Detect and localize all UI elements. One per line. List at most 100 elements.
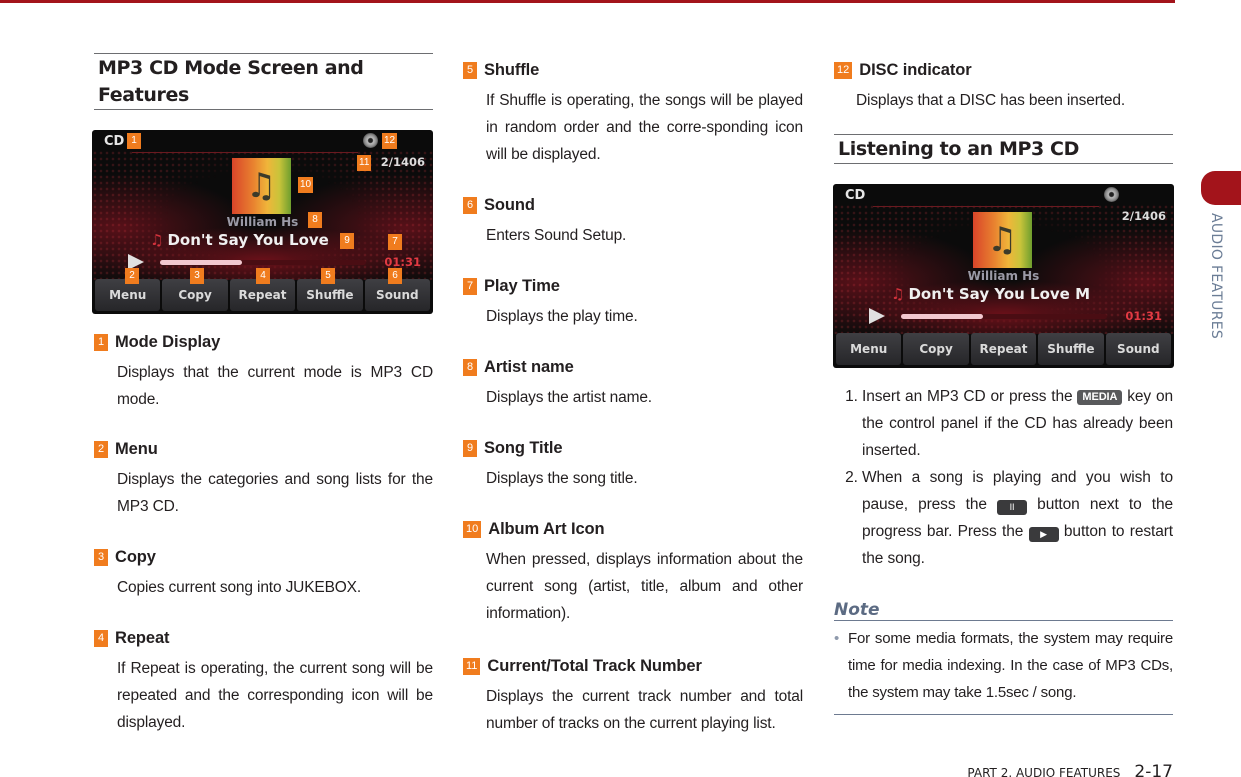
feature-item: 5 Shuffle If Shuffle is operating, the so… <box>463 60 803 168</box>
item-badge: 1 <box>94 333 108 351</box>
feature-item: 4 Repeat If Repeat is operating, the curr… <box>94 628 433 736</box>
artist-name: William Hs <box>226 215 299 229</box>
mode-display: CD <box>845 188 866 203</box>
header-divider <box>132 152 358 153</box>
feature-item: 10 Album Art Icon When pressed, displays … <box>463 519 803 627</box>
note-body: • For some media formats, the system may… <box>834 625 1173 715</box>
section-title-mode-screen: MP3 CD Mode Screen and Features <box>94 53 433 110</box>
item-desc: When pressed, displays information about… <box>486 551 803 622</box>
disc-indicator-icon <box>363 133 378 148</box>
song-note-icon: ♫ <box>891 285 905 303</box>
chapter-label: AUDIO FEATURES <box>1208 213 1224 340</box>
callout-6: 6 <box>388 268 402 284</box>
item-title: Mode Display <box>115 332 221 351</box>
repeat-button[interactable]: Repeat <box>970 333 1037 365</box>
item-badge: 3 <box>94 548 108 566</box>
item-badge: 12 <box>834 61 853 79</box>
note-title: Note <box>834 600 1173 621</box>
item-badge: 11 <box>463 657 481 675</box>
callout-4: 4 <box>256 268 270 284</box>
instruction-steps: 1. Insert an MP3 CD or press the MEDIA k… <box>834 383 1173 572</box>
music-note-icon: ♫ <box>246 166 277 206</box>
item-desc: Displays that the current mode is MP3 CD… <box>117 364 433 408</box>
item-badge: 2 <box>94 440 108 458</box>
item-title: Play Time <box>484 276 560 295</box>
item-title: Sound <box>484 195 535 214</box>
item-desc: Displays that a DISC has been inserted. <box>856 92 1125 109</box>
item-desc: Displays the song title. <box>486 470 638 487</box>
feature-item: 7 Play Time Displays the play time. <box>463 276 803 330</box>
album-art-icon[interactable]: ♫ <box>973 212 1032 268</box>
music-note-icon: ♫ <box>987 220 1018 260</box>
cd-mode-screen: CD 2/1406 ♫ William Hs ♫ Don't Say You Lo… <box>833 184 1174 368</box>
item-title: Current/Total Track Number <box>487 656 702 675</box>
item-badge: 8 <box>463 358 477 376</box>
feature-item: 8 Artist name Displays the artist name. <box>463 357 803 411</box>
step-item: 2. When a song is playing and you wish t… <box>834 464 1173 572</box>
progress-fill <box>160 260 243 265</box>
callout-7: 7 <box>388 234 402 250</box>
feature-item: 6 Sound Enters Sound Setup. <box>463 195 803 249</box>
item-desc: Enters Sound Setup. <box>486 227 627 244</box>
screen-button-bar: Menu Copy Repeat Shuffle Sound <box>836 333 1172 365</box>
play-button-icon: ▶ <box>1028 527 1059 542</box>
item-badge: 5 <box>463 61 477 79</box>
callout-11: 11 <box>357 155 372 171</box>
callout-9: 9 <box>340 233 354 249</box>
item-title: Artist name <box>484 357 574 376</box>
feature-item: 12 DISC indicator Displays that a DISC ha… <box>834 60 1173 114</box>
item-title: Album Art Icon <box>488 519 605 538</box>
pause-button-icon: II <box>997 500 1028 515</box>
page-number: 2-17 <box>1134 762 1173 777</box>
item-badge: 9 <box>463 439 477 457</box>
item-desc: If Shuffle is operating, the songs will … <box>486 92 803 163</box>
callout-2: 2 <box>125 268 139 284</box>
callout-12: 12 <box>382 133 398 149</box>
bullet-icon: • <box>834 630 840 647</box>
callout-5: 5 <box>321 268 335 284</box>
album-art-icon[interactable]: ♫ <box>232 158 291 214</box>
feature-item: 2 Menu Displays the categories and song l… <box>94 439 433 520</box>
chapter-tab <box>1201 171 1241 205</box>
item-badge: 4 <box>94 629 108 647</box>
step-text: When a song is playing and you wish to p… <box>862 464 1173 572</box>
feature-item: 11 Current/Total Track Number Displays th… <box>463 656 803 737</box>
callout-3: 3 <box>190 268 204 284</box>
play-time: 01:31 <box>384 255 421 269</box>
sound-button[interactable]: Sound <box>1105 333 1172 365</box>
progress-bar[interactable] <box>901 314 1107 319</box>
artist-name: William Hs <box>967 269 1040 283</box>
item-title: Menu <box>115 439 158 458</box>
play-icon[interactable] <box>869 308 885 324</box>
section-title-listening: Listening to an MP3 CD <box>834 134 1173 164</box>
song-note-icon: ♫ <box>150 231 164 249</box>
item-badge: 7 <box>463 277 477 295</box>
header-divider <box>873 206 1099 207</box>
feature-item: 9 Song Title Displays the song title. <box>463 438 803 492</box>
top-accent-bar <box>0 0 1175 3</box>
item-title: Song Title <box>484 438 563 457</box>
item-desc: Displays the artist name. <box>486 389 652 406</box>
step-number: 2. <box>845 469 858 486</box>
step-text-part: Insert an MP3 CD or press the <box>862 388 1078 405</box>
media-key-icon: MEDIA <box>1077 390 1123 405</box>
progress-bar[interactable] <box>160 260 366 265</box>
callout-1: 1 <box>127 133 141 149</box>
item-desc: Displays the current track number and to… <box>486 688 803 732</box>
cd-mode-screen-annotated: CD 2/1406 ♫ William Hs ♫ Don't Say You Lo… <box>92 130 433 314</box>
item-title: Copy <box>115 547 156 566</box>
page-footer: PART 2. AUDIO FEATURES 2-17 <box>967 762 1173 777</box>
play-time: 01:31 <box>1125 309 1162 323</box>
step-number: 1. <box>845 388 858 405</box>
note-text: For some media formats, the system may r… <box>848 630 1173 701</box>
step-item: 1. Insert an MP3 CD or press the MEDIA k… <box>834 383 1173 464</box>
menu-button[interactable]: Menu <box>836 333 902 365</box>
item-title: Repeat <box>115 628 170 647</box>
item-badge: 10 <box>463 520 482 538</box>
track-number: 2/1406 <box>1121 209 1166 223</box>
item-title: DISC indicator <box>859 60 972 79</box>
step-text: Insert an MP3 CD or press the MEDIA key … <box>862 383 1173 464</box>
footer-part-label: PART 2. AUDIO FEATURES <box>967 766 1121 777</box>
copy-button[interactable]: Copy <box>903 333 969 365</box>
shuffle-button[interactable]: Shuffle <box>1038 333 1104 365</box>
